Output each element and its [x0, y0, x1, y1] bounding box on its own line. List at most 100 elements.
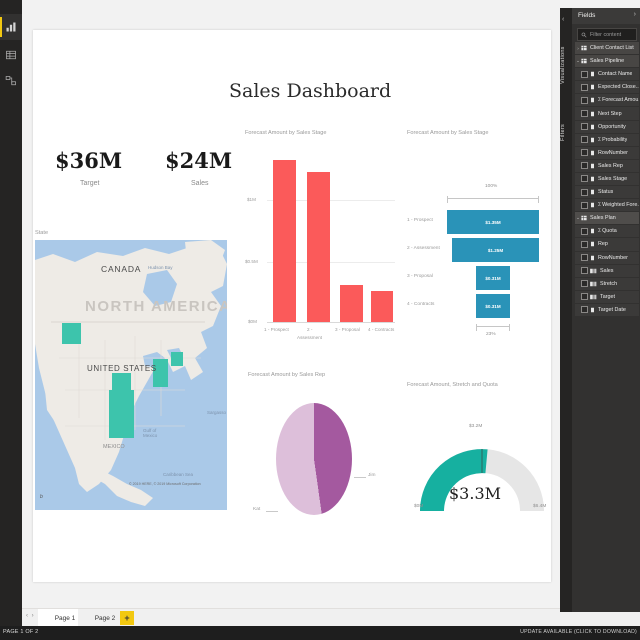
map-label-hudson-bay: Hudson Bay	[148, 265, 173, 270]
add-page-button[interactable]: +	[120, 611, 134, 625]
fields-field-row[interactable]: Status	[575, 186, 639, 198]
field-icon	[590, 71, 595, 77]
field-checkbox[interactable]	[581, 293, 588, 300]
field-checkbox[interactable]	[581, 110, 588, 117]
fields-field-row[interactable]: ΣProbability	[575, 134, 639, 146]
field-checkbox[interactable]	[581, 71, 588, 78]
field-checkbox[interactable]	[581, 162, 588, 169]
fields-field-row[interactable]: Target Date	[575, 304, 639, 316]
field-checkbox[interactable]	[581, 280, 588, 287]
funnel-bar-assessment[interactable]: $1.25M	[452, 238, 539, 262]
gauge-target-label: $3.2M	[469, 424, 482, 429]
bar-contracts[interactable]	[371, 291, 393, 322]
kpi-target-label: Target	[80, 180, 99, 187]
field-icon	[590, 163, 595, 169]
fields-field-row[interactable]: Stretch	[575, 278, 639, 290]
field-label: Expected Close...	[598, 84, 639, 90]
fields-field-row[interactable]: Rep	[575, 238, 639, 250]
field-checkbox[interactable]	[581, 136, 588, 143]
field-checkbox[interactable]	[581, 175, 588, 182]
funnel-bar-proposal[interactable]: $0.31M	[476, 266, 510, 290]
pie-slices[interactable]	[276, 403, 352, 515]
funnel-bar-prospect[interactable]: $1.35M	[447, 210, 539, 234]
bar-assessment[interactable]	[307, 172, 330, 322]
fields-field-row[interactable]: RowNumber	[575, 252, 639, 264]
field-icon	[590, 111, 595, 117]
data-view-button[interactable]	[0, 42, 22, 68]
chevron-left-icon[interactable]: ‹	[562, 16, 564, 23]
field-label: Opportunity	[598, 124, 626, 130]
pane-tab-filters[interactable]: Filters	[560, 112, 572, 152]
fields-table-row[interactable]: ›Client Contact List	[575, 42, 639, 54]
pane-tab-visualizations[interactable]: Visualizations	[560, 30, 572, 100]
map-label-caribbean-sea: Caribbean Sea	[163, 472, 193, 477]
model-view-button[interactable]	[0, 68, 22, 94]
fields-field-row[interactable]: Target	[575, 291, 639, 303]
bar-proposal[interactable]	[340, 285, 363, 322]
field-icon	[590, 241, 595, 247]
fields-field-row[interactable]: Sales Stage	[575, 173, 639, 185]
gauge-visual[interactable]: $3.2M $0M $6.4M $3.3M	[407, 392, 557, 527]
field-checkbox[interactable]	[581, 123, 588, 130]
field-checkbox[interactable]	[581, 254, 588, 261]
funnel-chart-title: Forecast Amount by Sales Stage	[407, 130, 488, 136]
fields-field-row[interactable]: Opportunity	[575, 121, 639, 133]
kpi-sales-value: $24M	[165, 148, 232, 173]
pie-chart-visual[interactable]: Jim Kat	[248, 385, 403, 535]
funnel-bottom-percent: 23%	[486, 332, 496, 337]
fields-field-row[interactable]: Expected Close...	[575, 81, 639, 93]
fields-field-row[interactable]: ΣWeighted Fore...	[575, 199, 639, 211]
bar-prospect[interactable]	[273, 160, 296, 322]
fields-table-row[interactable]: ⌄Sales Pipeline	[575, 55, 639, 67]
field-label: Next Step	[598, 111, 622, 117]
page-nav-arrows[interactable]: ‹ ›	[26, 613, 35, 619]
field-label: RowNumber	[598, 150, 628, 156]
funnel-top-percent: 100%	[485, 184, 497, 189]
chevron-right-icon[interactable]: ›	[634, 11, 636, 18]
page-title: Sales Dashboard	[229, 80, 391, 102]
field-label: Sales	[600, 268, 614, 274]
fields-field-row[interactable]: Next Step	[575, 107, 639, 119]
field-label: Stretch	[600, 281, 617, 287]
field-checkbox[interactable]	[581, 189, 588, 196]
kpi-sales-label: Sales	[191, 180, 209, 187]
field-checkbox[interactable]	[581, 97, 588, 104]
pie-label-kat: Kat	[253, 507, 260, 512]
fields-pane-header: Fields ›	[572, 8, 640, 24]
field-checkbox[interactable]	[581, 84, 588, 91]
fields-field-row[interactable]: Contact Name	[575, 68, 639, 80]
fields-table-row[interactable]: ⌄Sales Plan	[575, 212, 639, 224]
field-checkbox[interactable]	[581, 228, 588, 235]
funnel-bar-contracts[interactable]: $0.31M	[476, 294, 510, 318]
funnel-value-proposal: $0.31M	[485, 276, 500, 281]
funnel-chart-visual[interactable]: 100% $1.35M $1.25M $0.31M $0.31M 23%	[407, 142, 547, 357]
fields-field-row[interactable]: Sales Rep	[575, 160, 639, 172]
fields-field-row[interactable]: RowNumber	[575, 147, 639, 159]
field-checkbox[interactable]	[581, 306, 588, 313]
field-checkbox[interactable]	[581, 241, 588, 248]
fields-field-row[interactable]: ΣForecast Amou...	[575, 94, 639, 106]
field-checkbox[interactable]	[581, 202, 588, 209]
map-visual[interactable]: NORTH AMERICA CANADA UNITED STATES MEXIC…	[35, 240, 227, 510]
funnel-top-bracket	[447, 198, 539, 199]
fields-field-row[interactable]: Sales	[575, 265, 639, 277]
field-checkbox[interactable]	[581, 149, 588, 156]
summable-field-icon	[590, 268, 597, 274]
bar-chart-visual[interactable]: $1M $0.5M $0M 1 - Prospect 2 - Assessmen…	[245, 142, 395, 342]
field-label: RowNumber	[598, 255, 628, 261]
field-label: Quota	[602, 228, 617, 234]
report-view-button[interactable]	[0, 14, 22, 40]
fields-field-row[interactable]: ΣQuota	[575, 225, 639, 237]
map-label-north-america: NORTH AMERICA	[85, 298, 227, 315]
xtick-contracts: 4 - Contracts	[368, 327, 394, 332]
table-icon	[581, 45, 587, 51]
update-available-notice[interactable]: UPDATE AVAILABLE (CLICK TO DOWNLOAD)	[520, 629, 637, 635]
field-label: Client Contact List	[590, 45, 634, 51]
map-label-gulf-of-mexico: Gulf of Mexico	[143, 428, 169, 438]
power-bi-desktop-window: Sales Dashboard $36M Target $24M Sales S…	[0, 0, 640, 640]
field-label: Sales Plan	[590, 215, 616, 221]
field-icon	[590, 307, 595, 313]
pie-chart-title: Forecast Amount by Sales Rep	[248, 372, 325, 378]
field-checkbox[interactable]	[581, 267, 588, 274]
fields-filter-input[interactable]: Filter content	[577, 28, 637, 41]
